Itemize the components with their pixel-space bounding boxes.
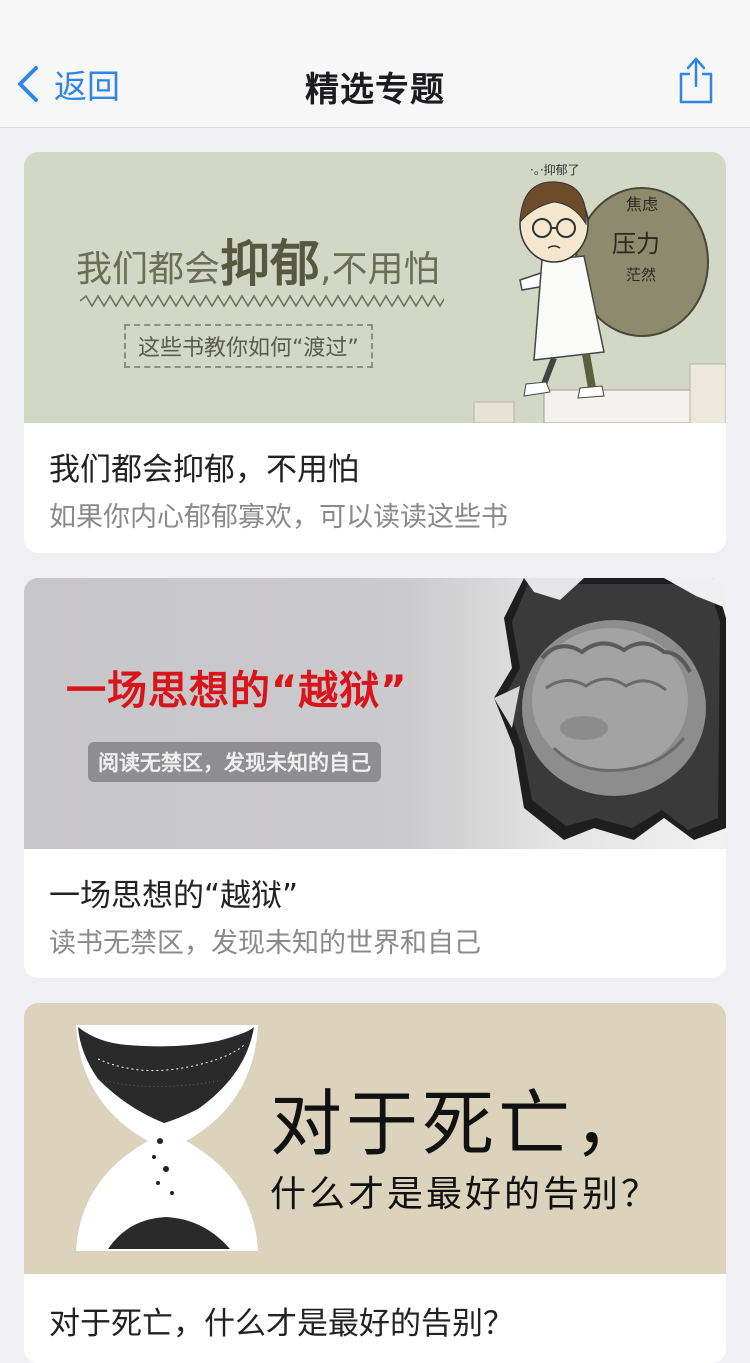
topic-title: 我们都会抑郁，不用怕 bbox=[49, 452, 359, 488]
topic-title: 对于死亡，什么才是最好的告别？ bbox=[49, 1306, 514, 1342]
svg-text:焦虑: 焦虑 bbox=[626, 195, 658, 214]
banner-subtitle: 阅读无禁区，发现未知的自己 bbox=[88, 742, 381, 782]
topic-title: 一场思想的“越狱” bbox=[49, 878, 299, 914]
hourglass-illustration bbox=[76, 1025, 258, 1251]
wavy-divider bbox=[80, 294, 444, 308]
topic-card-depression[interactable]: 我们都会抑郁,不用怕 这些书教你如何“渡过” 焦虑 压力 茫然 ·。·抑郁了 我… bbox=[24, 152, 726, 553]
topic-card-jailbreak[interactable]: 一场思想的“越狱” 阅读无禁区，发现未知的自己 一场思想的“越狱” 读书无禁区，… bbox=[24, 578, 726, 978]
svg-text:·。·抑郁了: ·。·抑郁了 bbox=[530, 162, 580, 177]
banner-headline: 一场思想的“越狱” bbox=[66, 668, 408, 714]
svg-text:茫然: 茫然 bbox=[626, 266, 656, 284]
topic-description: 读书无禁区，发现未知的世界和自己 bbox=[49, 928, 481, 959]
topic-banner: 我们都会抑郁,不用怕 这些书教你如何“渡过” 焦虑 压力 茫然 ·。·抑郁了 bbox=[24, 152, 726, 423]
topic-banner: 对于死亡， 什么才是最好的告别？ bbox=[24, 1003, 726, 1274]
banner-headline: 我们都会抑郁,不用怕 bbox=[76, 235, 440, 293]
banner-subtitle: 什么才是最好的告别？ bbox=[270, 1174, 661, 1215]
topic-description: 如果你内心郁郁寡欢，可以读读这些书 bbox=[49, 502, 508, 533]
svg-text:压力: 压力 bbox=[612, 230, 660, 258]
girl-with-sack-illustration: 焦虑 压力 茫然 ·。·抑郁了 bbox=[473, 162, 726, 423]
banner-subtitle: 这些书教你如何“渡过” bbox=[124, 324, 373, 368]
fist-through-paper-illustration bbox=[494, 578, 726, 840]
topic-banner: 一场思想的“越狱” 阅读无禁区，发现未知的自己 bbox=[24, 578, 726, 849]
banner-headline: 对于死亡， bbox=[270, 1082, 651, 1166]
share-icon[interactable] bbox=[678, 56, 714, 104]
topic-card-farewell[interactable]: 对于死亡， 什么才是最好的告别？ 对于死亡，什么才是最好的告别？ bbox=[24, 1003, 726, 1363]
navigation-bar: 返回 精选专题 bbox=[0, 0, 750, 128]
page-title: 精选专题 bbox=[305, 70, 445, 110]
